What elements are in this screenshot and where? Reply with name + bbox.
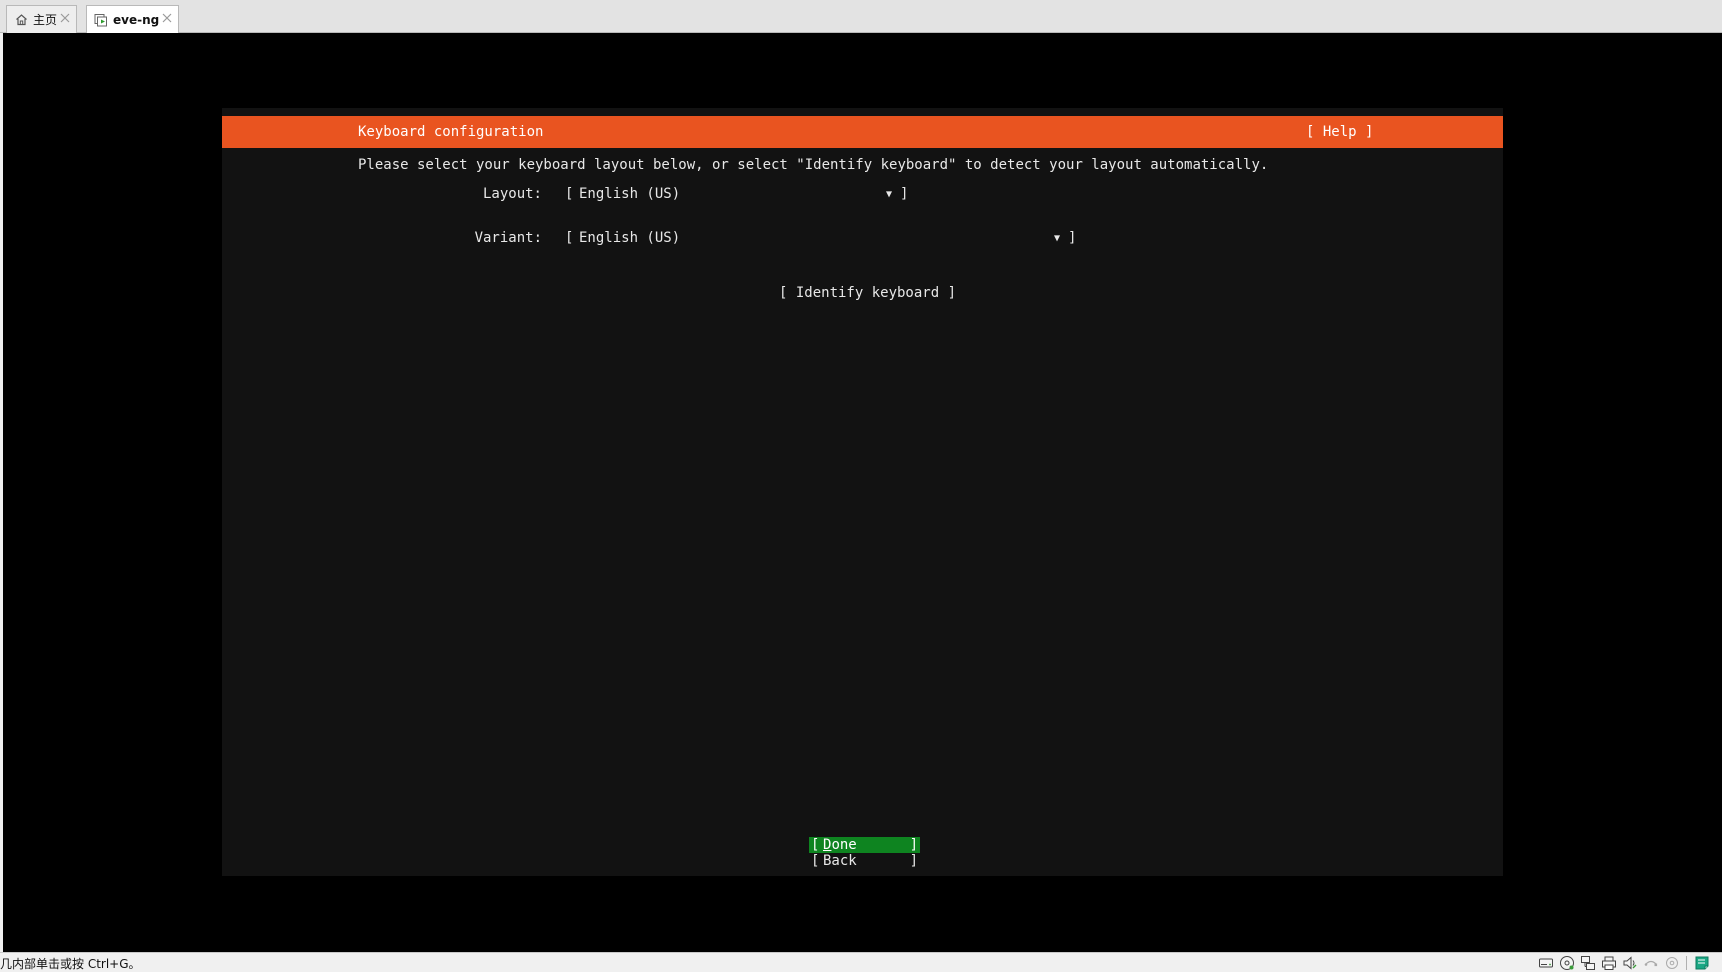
variant-label: Variant:: [474, 230, 542, 246]
vm-icon: [94, 13, 108, 27]
device-tray: [1533, 955, 1710, 971]
usb-icon[interactable]: [1643, 955, 1659, 971]
sound-card-icon[interactable]: [1622, 955, 1638, 971]
close-icon[interactable]: [161, 12, 173, 24]
variant-select[interactable]: [ English (US) ▼ ]: [565, 230, 1080, 247]
status-message: 几内部单击或按 Ctrl+G。: [0, 957, 141, 971]
message-log-icon[interactable]: [1694, 955, 1710, 971]
status-bar: 几内部单击或按 Ctrl+G。: [0, 952, 1722, 972]
tab-eve-ng-label: eve-ng: [113, 13, 160, 27]
bracket-open: [: [565, 230, 574, 246]
variant-select-value: English (US): [579, 230, 681, 246]
home-icon: [14, 13, 28, 27]
layout-label: Layout:: [482, 186, 542, 202]
hard-disk-icon[interactable]: [1538, 955, 1554, 971]
installer-header: Keyboard configuration [ Help ]: [222, 116, 1503, 148]
floppy-icon[interactable]: [1664, 955, 1680, 971]
layout-select-value: English (US): [579, 186, 681, 202]
page-title: Keyboard configuration: [358, 124, 544, 140]
tab-home-label: 主页: [33, 13, 58, 27]
dropdown-arrow-icon: ▼: [886, 189, 893, 200]
bracket-close: ]: [900, 186, 909, 202]
layout-select[interactable]: [ English (US) ▼ ]: [565, 186, 911, 203]
done-button-label: Done: [823, 837, 857, 853]
tab-eve-ng[interactable]: eve-ng: [86, 5, 179, 34]
printer-icon[interactable]: [1601, 955, 1617, 971]
vmware-window: 主页 eve-ng Keyboard configuration [Help …: [0, 0, 1722, 972]
close-icon[interactable]: [59, 12, 71, 24]
network-adapter-icon[interactable]: [1580, 955, 1596, 971]
back-button[interactable]: [ Back ]: [809, 853, 920, 869]
tray-divider: [1686, 956, 1687, 970]
done-button[interactable]: [ Done ]: [809, 837, 920, 853]
bracket-close: ]: [1068, 230, 1077, 246]
help-button[interactable]: [ Help ]: [1306, 124, 1373, 140]
instructions-text: Please select your keyboard layout below…: [358, 157, 1269, 173]
tab-home[interactable]: 主页: [6, 5, 77, 33]
cd-rom-icon[interactable]: [1559, 955, 1575, 971]
back-button-label: Back: [823, 853, 857, 869]
installer-screen: Keyboard configuration [ Help ] Please s…: [222, 108, 1503, 876]
tab-bar: 主页 eve-ng: [0, 0, 1722, 34]
bracket-open: [: [565, 186, 574, 202]
dropdown-arrow-icon: ▼: [1054, 233, 1061, 244]
identify-keyboard-button[interactable]: [ Identify keyboard ]: [779, 285, 956, 301]
vm-console[interactable]: Keyboard configuration [ Help ] Please s…: [3, 33, 1722, 952]
